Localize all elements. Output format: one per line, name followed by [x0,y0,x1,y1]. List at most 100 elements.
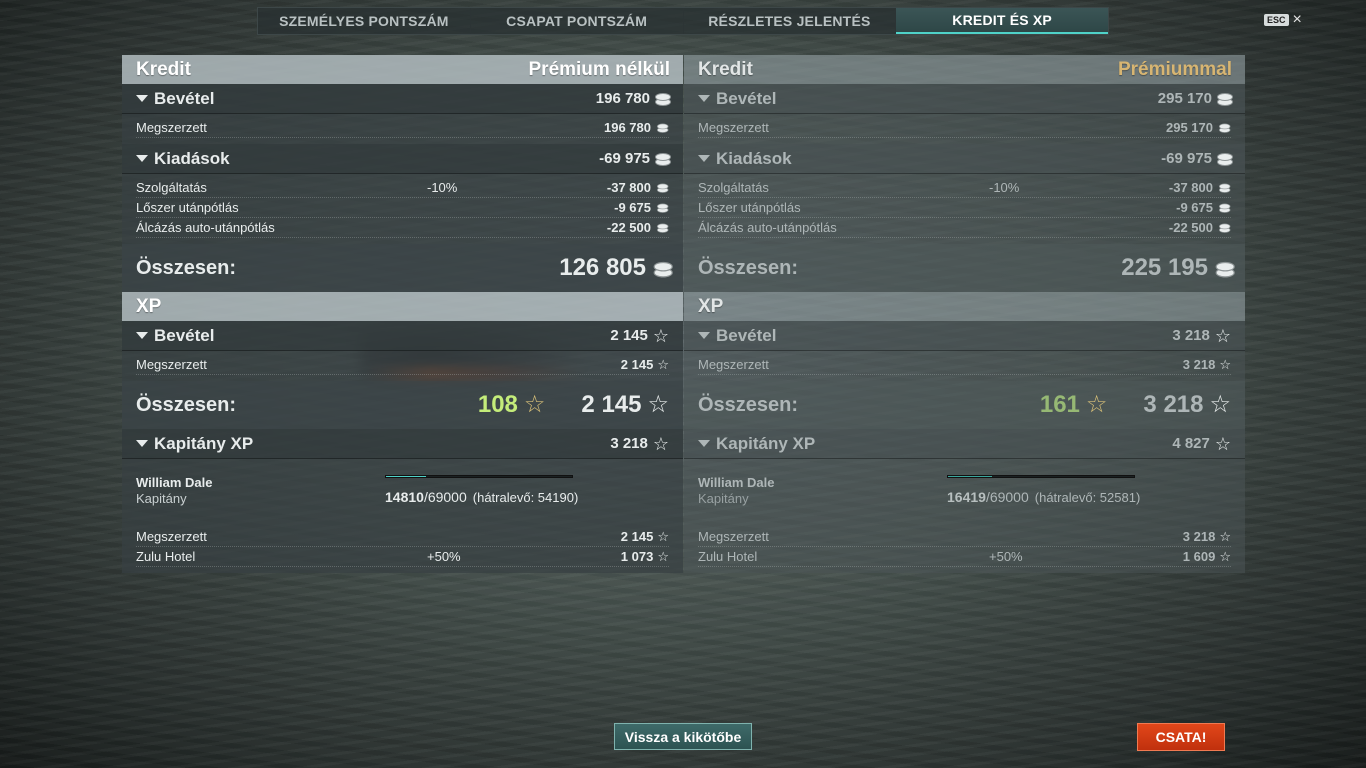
expense-group-header[interactable]: Kiadások -69 975 [684,144,1245,174]
row-percent: +50% [989,549,1023,564]
row-value: 1 073 [620,549,654,564]
tab-team-score[interactable]: CSAPAT PONTSZÁM [471,8,684,34]
xp-total-row: Összesen: 161 ☆ 3 218 ☆ [684,381,1245,429]
xp-total-row: Összesen: 108 ☆ 2 145 ☆ [122,381,683,429]
credit-block: Bevétel 295 170 Megszerzett 295 170 Kiad… [684,84,1245,292]
captain-xp-row: Zulu Hotel +50% 1 609 ☆ [698,547,1231,567]
credit-header: Kredit Prémium nélkül [122,55,683,84]
credit-title: Kredit [698,58,753,80]
row-percent: -10% [989,180,1020,195]
credit-total-value: 126 805 [559,254,646,281]
xp-star-icon: ☆ [647,391,669,418]
row-value: 3 218 [1182,357,1216,372]
row-label: Megszerzett [698,120,769,135]
captain-xp-progress-text: 16419/69000 (hátralevő: 52581) [947,489,1141,505]
free-xp-star-icon: ☆ [523,391,546,418]
income-group-header[interactable]: Bevétel 295 170 [684,84,1245,114]
credit-coin-icon [1217,92,1233,106]
xp-total-value: 2 145 [581,391,642,418]
total-label: Összesen: [136,393,237,416]
xp-income-title: Bevétel [154,325,215,345]
xp-income-group-header[interactable]: Bevétel 3 218 ☆ [684,321,1245,351]
credit-coin-icon [1218,183,1231,193]
row-value: -22 500 [1168,220,1213,235]
captain-xp-row: Zulu Hotel +50% 1 073 ☆ [136,547,669,567]
free-xp-star-icon: ☆ [1085,391,1108,418]
expense-group-header[interactable]: Kiadások -69 975 [122,144,683,174]
captain-xp-total: 3 218 [610,435,648,452]
captain-xp-group-header[interactable]: Kapitány XP 4 827 ☆ [684,429,1245,459]
esc-key-label: ESC [1264,14,1289,26]
captain-xp-total: 4 827 [1172,435,1210,452]
tab-credit-xp[interactable]: KREDIT ÉS XP [896,8,1108,34]
xp-total-value: 3 218 [1143,391,1204,418]
row-value: 196 780 [604,120,651,135]
income-row: Megszerzett 295 170 [698,118,1231,138]
row-label: Lőszer utánpótlás [698,200,801,215]
row-value: 2 145 [620,357,654,372]
tab-personal-score[interactable]: SZEMÉLYES PONTSZÁM [258,8,471,34]
credit-coin-icon [655,92,671,106]
credit-title: Kredit [136,58,191,80]
captain-xp-title: Kapitány XP [716,433,816,453]
esc-close-button[interactable]: ESC × [1264,12,1302,28]
income-title: Bevétel [716,88,777,108]
credit-coin-icon [656,183,669,193]
free-xp-value: 161 [1039,391,1080,418]
result-tabs: SZEMÉLYES PONTSZÁM CSAPAT PONTSZÁM RÉSZL… [257,7,1109,35]
row-label: Álcázás auto-utánpótlás [698,220,837,235]
xp-header: XP [122,292,683,321]
row-label: Megszerzett [698,529,769,544]
credit-total-row: Összesen: 126 805 [122,244,683,292]
captain-xp-title: Kapitány XP [154,433,254,453]
back-to-port-button[interactable]: Vissza a kikötőbe [614,723,752,750]
captain-xp-row: Megszerzett 2 145 ☆ [136,527,669,547]
column-without-premium: Kredit Prémium nélkül Bevétel 196 780 Me… [122,55,683,573]
income-group-header[interactable]: Bevétel 196 780 [122,84,683,114]
tab-detailed-report[interactable]: RÉSZLETES JELENTÉS [684,8,897,34]
row-label: Szolgáltatás [698,180,769,195]
row-label: Zulu Hotel [136,549,196,564]
expense-row: Szolgáltatás -10% -37 800 [136,178,669,198]
collapse-triangle-icon [698,440,710,447]
row-percent: -10% [427,180,458,195]
row-label: Megszerzett [136,357,207,372]
row-label: Álcázás auto-utánpótlás [136,220,275,235]
collapse-triangle-icon [136,155,148,162]
credit-coin-icon [1218,123,1231,133]
credit-coin-icon [656,223,669,233]
xp-title: XP [698,295,724,317]
xp-block: Bevétel 2 145 ☆ Megszerzett 2 145 ☆ Összes… [122,321,683,573]
income-title: Bevétel [154,88,215,108]
collapse-triangle-icon [698,332,710,339]
captain-info: William Dale Kapitány 14810/69000 (hátral… [122,459,683,523]
row-value: -22 500 [606,220,651,235]
captain-xp-progress-bar [385,475,573,478]
row-value: -9 675 [1176,200,1213,215]
expense-row: Lőszer utánpótlás -9 675 [136,198,669,218]
expense-total: -69 975 [599,150,650,167]
credit-total-row: Összesen: 225 195 [684,244,1245,292]
free-xp-value: 108 [477,391,518,418]
credit-coin-icon [1217,152,1233,166]
battle-button[interactable]: CSATA! [1137,723,1225,751]
xp-star-icon: ☆ [1214,325,1231,346]
collapse-triangle-icon [136,95,148,102]
captain-xp-group-header[interactable]: Kapitány XP 3 218 ☆ [122,429,683,459]
xp-row: Megszerzett 2 145 ☆ [136,355,669,375]
total-label: Összesen: [136,256,237,279]
collapse-triangle-icon [698,95,710,102]
collapse-triangle-icon [136,440,148,447]
xp-income-group-header[interactable]: Bevétel 2 145 ☆ [122,321,683,351]
xp-star-icon: ☆ [1214,433,1231,454]
xp-header: XP [684,292,1245,321]
expense-total: -69 975 [1161,150,1212,167]
captain-xp-row: Megszerzett 3 218 ☆ [698,527,1231,547]
captain-xp-progress-fill [386,476,426,477]
row-label: Szolgáltatás [136,180,207,195]
collapse-triangle-icon [136,332,148,339]
expense-row: Szolgáltatás -10% -37 800 [698,178,1231,198]
xp-income-title: Bevétel [716,325,777,345]
expense-title: Kiadások [716,148,792,168]
xp-income-total: 3 218 [1172,327,1210,344]
